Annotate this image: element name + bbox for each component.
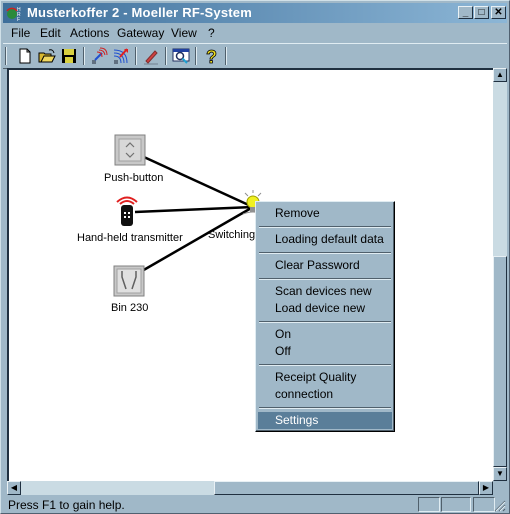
diagram-canvas[interactable]: Push-button Hand-held transmitter Bin 23… xyxy=(7,68,495,483)
window-title: Musterkoffer 2 - Moeller RF-System xyxy=(27,5,252,20)
svg-text:?: ? xyxy=(206,47,217,66)
search-monitor-icon xyxy=(172,48,190,64)
title-bar[interactable]: H R F Musterkoffer 2 - Moeller RF-System… xyxy=(3,3,507,23)
new-document-button[interactable] xyxy=(15,46,35,66)
ctx-remove[interactable]: Remove xyxy=(258,205,392,222)
ctx-loading-default-data[interactable]: Loading default data xyxy=(258,231,392,248)
toolbar-separator xyxy=(195,47,197,65)
menu-actions[interactable]: Actions xyxy=(70,26,109,40)
remote-transmitter-icon xyxy=(116,196,138,226)
ctx-off[interactable]: Off xyxy=(258,343,392,360)
search-button[interactable] xyxy=(171,46,191,66)
scroll-right-button[interactable]: ▶ xyxy=(479,481,493,495)
rf-send-icon xyxy=(113,48,128,64)
application-window: H R F Musterkoffer 2 - Moeller RF-System… xyxy=(0,0,510,514)
scrollbar-corner xyxy=(493,481,507,495)
toolbar-end-separator xyxy=(225,47,227,65)
rf-send-button[interactable] xyxy=(111,46,131,66)
ctx-settings[interactable]: Settings xyxy=(258,412,392,429)
node-bin-230[interactable] xyxy=(113,265,145,297)
resize-grip-icon[interactable] xyxy=(494,500,506,512)
status-text: Press F1 to gain help. xyxy=(8,498,125,512)
ctx-separator xyxy=(259,407,391,409)
ctx-separator xyxy=(259,252,391,254)
ctx-separator xyxy=(259,364,391,366)
new-document-icon xyxy=(19,48,31,64)
menu-view[interactable]: View xyxy=(171,26,197,40)
horizontal-scroll-thumb[interactable] xyxy=(214,481,479,495)
node-label-hand-held-transmitter: Hand-held transmitter xyxy=(77,232,183,244)
status-panel-3 xyxy=(473,497,495,512)
close-button[interactable]: ✕ xyxy=(491,6,506,19)
connection-transmitter-switching[interactable] xyxy=(134,205,254,214)
vertical-scrollbar[interactable]: ▲ ▼ xyxy=(493,68,507,481)
connection-layer xyxy=(132,150,254,277)
status-panel-2 xyxy=(441,497,471,512)
node-label-switching: Switching xyxy=(208,229,256,241)
open-folder-icon xyxy=(38,49,56,63)
rf-receive-icon xyxy=(92,47,108,64)
vertical-scroll-thumb[interactable] xyxy=(493,256,507,467)
save-button[interactable] xyxy=(59,46,79,66)
ctx-receipt-quality[interactable]: Receipt Quality xyxy=(258,369,392,386)
minimize-button[interactable]: _ xyxy=(458,6,473,19)
open-button[interactable] xyxy=(37,46,57,66)
toolbar-separator xyxy=(165,47,167,65)
save-disk-icon xyxy=(62,49,76,63)
app-icon: H R F xyxy=(6,7,21,21)
status-bar: Press F1 to gain help. xyxy=(3,496,507,513)
wall-switch-icon xyxy=(113,265,145,297)
edit-pen-icon xyxy=(144,50,158,65)
node-hand-held-transmitter[interactable] xyxy=(113,194,141,228)
toolbar-separator xyxy=(135,47,137,65)
menu-file[interactable]: File xyxy=(11,26,30,40)
menu-bar: File Edit Actions Gateway View ? xyxy=(3,23,507,43)
node-push-button[interactable] xyxy=(114,134,146,166)
node-label-bin-230: Bin 230 xyxy=(111,302,149,314)
push-button-icon xyxy=(114,134,146,166)
toolbar-grip xyxy=(5,47,7,65)
scroll-down-button[interactable]: ▼ xyxy=(493,467,507,481)
menu-help[interactable]: ? xyxy=(208,26,215,40)
node-label-push-button: Push-button xyxy=(104,172,164,184)
ctx-separator xyxy=(259,321,391,323)
toolbar: ? xyxy=(3,43,507,69)
ctx-load-device-new[interactable]: Load device new xyxy=(258,300,392,317)
help-icon: ? xyxy=(206,47,218,68)
ctx-on[interactable]: On xyxy=(258,326,392,343)
scroll-left-button[interactable]: ◀ xyxy=(7,481,21,495)
status-panel-1 xyxy=(418,497,440,512)
ctx-separator xyxy=(259,226,391,228)
maximize-button[interactable]: □ xyxy=(474,6,489,19)
ctx-scan-devices-new[interactable]: Scan devices new xyxy=(258,283,392,300)
help-button[interactable]: ? xyxy=(201,46,221,68)
horizontal-scrollbar[interactable]: ◀ ▶ xyxy=(7,481,493,495)
rf-receive-button[interactable] xyxy=(89,46,109,66)
svg-text:F: F xyxy=(17,17,20,21)
ctx-clear-password[interactable]: Clear Password xyxy=(258,257,392,274)
toolbar-separator xyxy=(83,47,85,65)
scroll-up-button[interactable]: ▲ xyxy=(493,68,507,82)
menu-edit[interactable]: Edit xyxy=(40,26,61,40)
ctx-connection[interactable]: connection xyxy=(258,386,392,403)
edit-button[interactable] xyxy=(141,46,161,66)
menu-gateway[interactable]: Gateway xyxy=(117,26,164,40)
context-menu: Remove Loading default data Clear Passwo… xyxy=(255,201,395,432)
ctx-separator xyxy=(259,278,391,280)
